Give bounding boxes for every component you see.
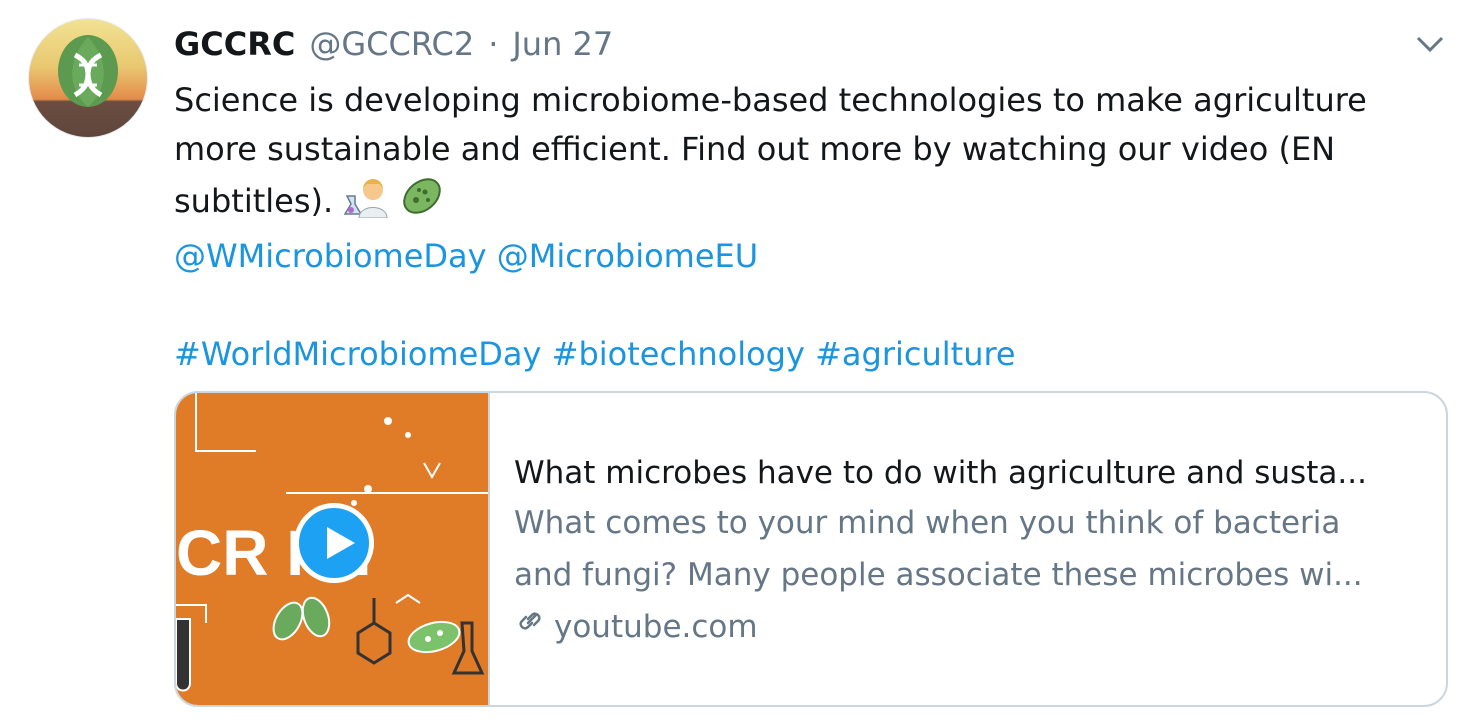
tweet-header: GCCRC @GCCRC2 · Jun 27 [174, 22, 613, 66]
play-button[interactable] [294, 503, 374, 583]
author-name[interactable]: GCCRC [174, 25, 295, 63]
tweet-text-line-end: subtitles). [174, 182, 334, 220]
hashtag-link[interactable]: #biotechnology [552, 335, 805, 373]
tweet-text: Science is developing microbiome-based t… [174, 76, 1434, 379]
hashtag-link[interactable]: #WorldMicrobiomeDay [174, 335, 541, 373]
mention-link[interactable]: @MicrobiomeEU [497, 237, 758, 275]
chevron-down-icon[interactable] [1412, 30, 1448, 58]
card-description: What comes to your mind when you think o… [514, 497, 1414, 601]
tweet-date[interactable]: Jun 27 [512, 25, 613, 63]
card-body: What microbes have to do with agricultur… [514, 449, 1414, 653]
video-thumbnail[interactable]: CR IOI [176, 393, 490, 705]
tweet-text-line: more sustainable and efficient. Find out… [174, 130, 1336, 168]
card-domain-text: youtube.com [554, 609, 758, 645]
hashtag-link[interactable]: #agriculture [815, 335, 1016, 373]
mention-link[interactable]: @WMicrobiomeDay [174, 237, 487, 275]
avatar[interactable] [28, 18, 148, 138]
mentions-line: @WMicrobiomeDay @MicrobiomeEU [174, 232, 1434, 281]
author-handle[interactable]: @GCCRC2 [309, 25, 474, 63]
separator-dot: · [488, 25, 499, 63]
tweet-text-line: subtitles). [174, 174, 1434, 232]
card-title: What microbes have to do with agricultur… [514, 455, 1367, 491]
scientist-emoji-icon [343, 174, 389, 232]
gccrc-logo-icon [58, 35, 118, 107]
microbe-emoji-icon [399, 174, 445, 232]
card-description-line: What comes to your mind when you think o… [514, 505, 1341, 541]
card-domain: youtube.com [514, 601, 1414, 653]
hashtags-line: #WorldMicrobiomeDay #biotechnology #agri… [174, 330, 1434, 379]
tweet-text-line: Science is developing microbiome-based t… [174, 81, 1367, 119]
card-description-line: and fungi? Many people associate these m… [514, 557, 1363, 593]
link-icon [514, 601, 546, 653]
link-preview-card[interactable]: CR IOI What microbes have to do with agr… [174, 391, 1448, 707]
